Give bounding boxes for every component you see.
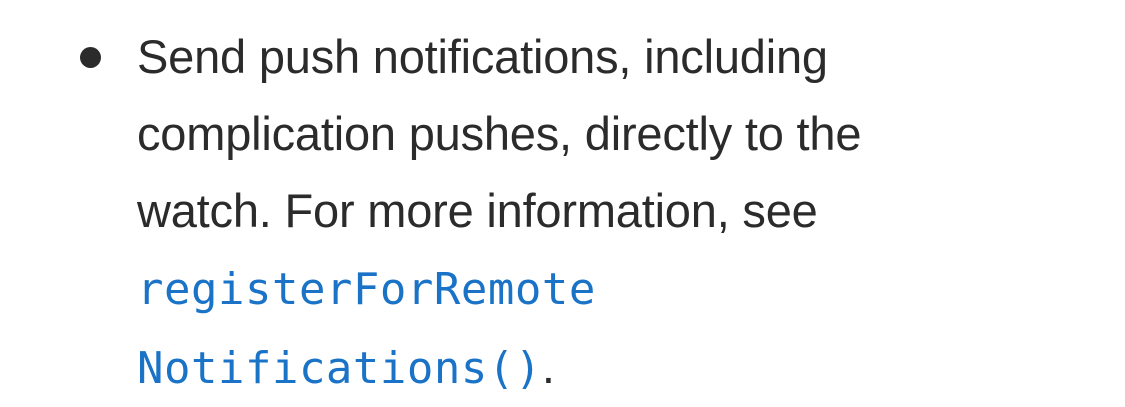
link-line-2-wrap: Notifications(). [137, 328, 1037, 407]
text-line-2: complication pushes, directly to the [137, 107, 862, 160]
register-for-remote-notifications-link-part-1[interactable]: registerForRemote [137, 264, 596, 315]
sentence-period: . [541, 340, 555, 393]
register-for-remote-notifications-link-part-2[interactable]: Notifications() [137, 343, 542, 394]
text-line-3: watch. For more information, see [137, 184, 818, 237]
list-item-text: Send push notifications, including compl… [137, 18, 1037, 407]
link-line-1-wrap: registerForRemote [137, 249, 1037, 328]
bullet-list: Send push notifications, including compl… [0, 0, 1125, 407]
text-line-1: Send push notifications, including [137, 30, 828, 83]
bullet-icon [80, 47, 101, 68]
